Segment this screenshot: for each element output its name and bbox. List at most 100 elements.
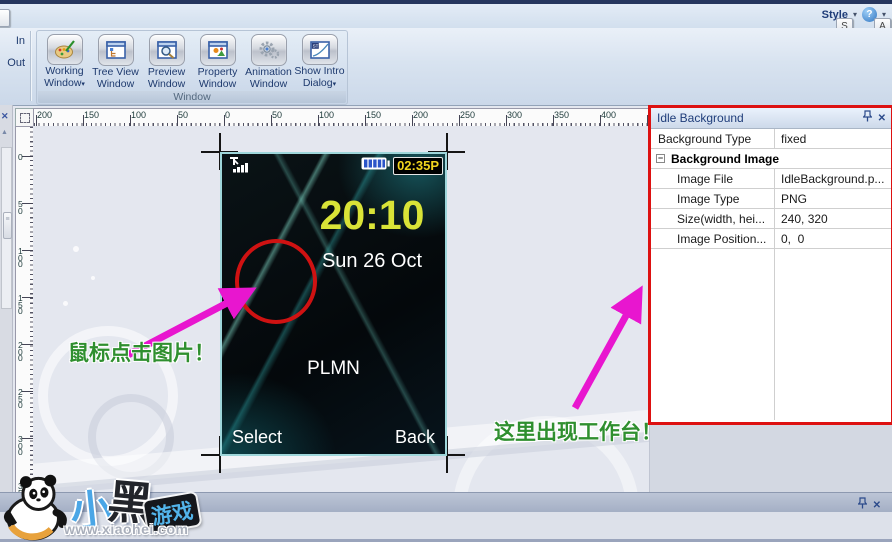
annotation-circle bbox=[235, 239, 317, 324]
property-label: Background Type bbox=[651, 129, 775, 148]
ribbon-button-label: Animation Window bbox=[245, 66, 292, 90]
tree-view-window-button[interactable]: Tree View Window bbox=[90, 32, 141, 90]
property-value[interactable]: fixed bbox=[775, 132, 891, 146]
ribbon-group-buttons: Working Window▾ Tree View Window Preview W… bbox=[39, 32, 345, 90]
ribbon-button-label: Preview Window bbox=[147, 66, 186, 90]
application-window: Style ▾ ? ▾ S A In Out Working Window▾ Tr… bbox=[0, 0, 892, 542]
property-row: Image Type PNG bbox=[651, 189, 891, 209]
phone-status-bar: 02:35P bbox=[222, 154, 445, 178]
property-panel: Idle Background ✕ Background Type fixed − B… bbox=[648, 105, 892, 425]
dropdown-arrow-icon: ▾ bbox=[332, 80, 337, 88]
property-row: Background Type fixed bbox=[651, 129, 891, 149]
softkey-back[interactable]: Back bbox=[395, 427, 435, 448]
annotation-note-click-image: 鼠标点击图片！ bbox=[68, 342, 215, 365]
property-group-row: − Background Image bbox=[651, 149, 891, 169]
canvas-decor-dot bbox=[63, 301, 68, 306]
tree-view-window-icon bbox=[97, 34, 134, 66]
property-window-icon bbox=[199, 34, 236, 66]
ruler-label: 50 bbox=[178, 110, 189, 120]
property-group-label: Background Image bbox=[671, 151, 780, 166]
ruler-label: 300 bbox=[507, 110, 523, 120]
scroll-up-icon[interactable]: ▲ bbox=[1, 129, 8, 136]
group-separator bbox=[30, 31, 31, 101]
ribbon-group-label: Window bbox=[38, 91, 346, 103]
style-dropdown-arrow[interactable]: ▾ bbox=[853, 10, 857, 19]
preview-window-button[interactable]: Preview Window bbox=[141, 32, 192, 90]
ruler-label: 300 bbox=[18, 434, 23, 458]
property-label: Image File bbox=[651, 169, 775, 188]
ribbon-button-label: Property Window bbox=[197, 66, 238, 90]
ribbon-button-label: Show Intro Dialog▾ bbox=[294, 65, 345, 89]
property-grid: Background Type fixed − Background Image Ima… bbox=[651, 129, 891, 249]
ruler-corner-box bbox=[15, 108, 35, 128]
ribbon-button-label: Working Window▾ bbox=[44, 65, 85, 89]
animation-window-button[interactable]: Animation Window bbox=[243, 32, 294, 90]
ruler-label: 200 bbox=[413, 110, 429, 120]
property-grid-empty-area bbox=[651, 249, 891, 420]
svg-text:ST: ST bbox=[312, 43, 318, 48]
ruler-label: 400 bbox=[601, 110, 617, 120]
idle-clock-widget: 20:10 Sun 26 Oct bbox=[302, 194, 442, 273]
property-value[interactable]: 0, 0 bbox=[775, 232, 891, 246]
ruler-label: 150 bbox=[18, 293, 23, 317]
dropdown-arrow-icon: ▾ bbox=[81, 80, 85, 88]
ruler-label: 100 bbox=[131, 110, 147, 120]
property-value[interactable]: 240, 320 bbox=[775, 212, 891, 226]
scrollbar-grip[interactable]: ≡ bbox=[3, 212, 12, 239]
bottom-dock-bar[interactable]: ✕ bbox=[0, 492, 892, 513]
close-icon[interactable]: ✕ bbox=[873, 500, 881, 511]
ruler-label: 150 bbox=[84, 110, 100, 120]
zoom-in-button[interactable]: In bbox=[16, 35, 25, 47]
ribbon-group-window: Working Window▾ Tree View Window Preview W… bbox=[36, 30, 348, 105]
ribbon-tab-row: Style ▾ ? ▾ S A bbox=[0, 4, 892, 35]
ruler-label: 0 bbox=[225, 110, 231, 120]
zoom-out-button[interactable]: Out bbox=[7, 57, 25, 69]
property-row: Image File IdleBackground.p... bbox=[651, 169, 891, 189]
property-row: Image Position... 0, 0 bbox=[651, 229, 891, 249]
pin-icon[interactable] bbox=[861, 109, 873, 127]
intro-dialog-icon: ST bbox=[301, 34, 338, 65]
property-row: Size(width, hei... 240, 320 bbox=[651, 209, 891, 229]
right-dock-empty-area bbox=[649, 425, 892, 492]
ribbon-button-label: Tree View Window bbox=[92, 66, 139, 90]
close-icon[interactable]: ✕ bbox=[878, 113, 886, 124]
ruler-label: 100 bbox=[18, 246, 23, 270]
property-label: Image Type bbox=[651, 189, 775, 208]
signal-strength-icon bbox=[226, 156, 250, 178]
ruler-label: 100 bbox=[319, 110, 335, 120]
clock-date: Sun 26 Oct bbox=[321, 250, 423, 272]
ruler-label: 250 bbox=[18, 387, 23, 411]
ruler-label: 200 bbox=[37, 110, 53, 120]
network-name: PLMN bbox=[307, 358, 360, 379]
keytip-partial bbox=[0, 9, 10, 27]
palette-icon bbox=[46, 34, 83, 65]
ribbon: In Out Working Window▾ Tree View Window Pr… bbox=[0, 28, 892, 106]
preview-window-icon bbox=[148, 34, 185, 66]
ribbon-group-zoom-partial: In Out bbox=[0, 28, 28, 104]
working-window-button[interactable]: Working Window▾ bbox=[39, 32, 90, 90]
ruler-label: 50 bbox=[18, 199, 23, 216]
close-icon[interactable]: ✕ bbox=[1, 111, 9, 122]
property-value[interactable]: IdleBackground.p... bbox=[775, 172, 891, 186]
collapse-expander-icon[interactable]: − bbox=[656, 154, 665, 163]
clock-time: 20:10 bbox=[319, 192, 425, 238]
property-value[interactable]: PNG bbox=[775, 192, 891, 206]
collapsed-side-panel: ✕ ▲ ≡ bbox=[0, 105, 13, 492]
canvas-decor-dot bbox=[91, 276, 95, 280]
annotation-note-workbench: 这里出现工作台！ bbox=[494, 421, 662, 444]
battery-icon bbox=[361, 157, 390, 175]
property-panel-header[interactable]: Idle Background ✕ bbox=[651, 108, 891, 129]
property-label: Image Position... bbox=[651, 229, 775, 248]
ruler-label: 350 bbox=[554, 110, 570, 120]
ruler-label: 150 bbox=[366, 110, 382, 120]
ruler-label: 200 bbox=[18, 340, 23, 364]
horizontal-ruler: 200 150 100 50 0 50 100 150 200 250 300 350 400 bbox=[33, 108, 651, 128]
vertical-ruler: 050100150200250300350 bbox=[15, 126, 35, 494]
softkey-select[interactable]: Select bbox=[232, 427, 282, 448]
status-time: 02:35P bbox=[393, 157, 443, 175]
scrollbar-track[interactable]: ≡ bbox=[1, 147, 12, 309]
property-panel-title: Idle Background bbox=[657, 111, 744, 125]
show-intro-dialog-button[interactable]: ST Show Intro Dialog▾ bbox=[294, 32, 345, 90]
bottom-panel bbox=[0, 512, 892, 542]
property-window-button[interactable]: Property Window bbox=[192, 32, 243, 90]
